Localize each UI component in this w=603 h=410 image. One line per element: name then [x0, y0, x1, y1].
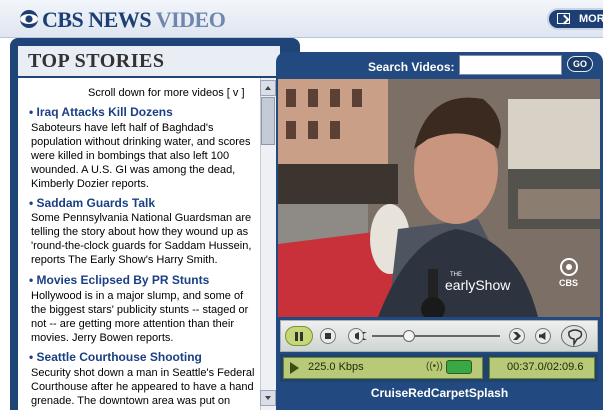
clip-title: CruiseRedCarpetSplash [370, 386, 509, 400]
search-label: Search Videos: [368, 60, 455, 74]
timecode: 00:37.0/02:09.6 [507, 361, 584, 373]
stop-icon[interactable] [320, 328, 336, 344]
story-line: Saboteurs have left half of Baghdad's [31, 122, 214, 134]
rewind-icon[interactable] [348, 328, 364, 344]
story-line: movies. Jerry Bowen reports. [31, 332, 174, 344]
story-line: wounded. A U.S. GI was among the dead, [31, 164, 236, 176]
story-line: population without drinking water, and s… [31, 136, 251, 148]
brand-video: VIDEO [155, 7, 226, 32]
fast-forward-icon[interactable] [509, 328, 525, 344]
pause-icon[interactable] [285, 326, 313, 346]
story-title-saddam[interactable]: • Saddam Guards Talk [29, 196, 155, 210]
story-title-seattle[interactable]: • Seattle Courthouse Shooting [29, 350, 202, 364]
story-title-iraq[interactable]: • Iraq Attacks Kill Dozens [29, 105, 173, 119]
story-line: Hollywood is in a major slump, and some … [31, 290, 244, 302]
brand-news: NEWS [88, 7, 152, 32]
caption-icon[interactable] [446, 360, 472, 374]
story-line: Courthouse after he appeared to have a h… [31, 381, 254, 393]
seek-track[interactable] [372, 335, 500, 337]
story-line: Some Pennsylvania National Guardsman are [31, 212, 252, 224]
cbs-eye-logo-icon [20, 10, 38, 28]
story-line: the biggest stars' publicity stunts -- s… [31, 304, 249, 316]
watermark-show: earlyShow [445, 277, 511, 293]
story-body-saddam: Some Pennsylvania National Guardsman are… [31, 211, 255, 267]
story-body-iraq: Saboteurs have left half of Baghdad's po… [31, 121, 255, 191]
expand-icon [557, 13, 570, 24]
story-body-movies: Hollywood is in a major slump, and some … [31, 289, 255, 345]
bitrate-value: 225.0 Kbps [308, 361, 364, 373]
scroll-hint-link[interactable]: Scroll down for more videos [ v ] [88, 87, 245, 99]
video-frame[interactable]: THE earlyShow CBS [278, 79, 600, 317]
story-line: telling the story about how they wound u… [31, 226, 249, 238]
story-line: Kimberly Dozier reports. [31, 178, 149, 190]
more-button[interactable]: MOR [547, 8, 603, 30]
scroll-up-arrow-icon[interactable] [260, 80, 276, 96]
chat-bubble-glyph [568, 329, 583, 347]
more-label: MOR [579, 13, 603, 25]
seek-handle[interactable] [403, 330, 415, 342]
brand-cbs: CBS [42, 7, 84, 32]
story-line: not -- are getting more attention than t… [31, 318, 235, 330]
site-brand[interactable]: CBS NEWS VIDEO [42, 7, 226, 33]
story-title-movies[interactable]: • Movies Eclipsed By PR Stunts [29, 273, 209, 287]
story-line: grenade. The downtown area was put on [31, 395, 231, 407]
section-title: TOP STORIES [28, 50, 165, 72]
story-line: 'round-the-clock guards for Saddam Husse… [31, 240, 252, 252]
go-button[interactable]: GO [567, 56, 593, 72]
volume-icon[interactable] [535, 328, 551, 344]
story-line: Security shot down a man in Seattle's Fe… [31, 367, 255, 379]
chat-bubble-icon[interactable] [561, 325, 587, 347]
play-status-icon [290, 362, 299, 374]
video-still: THE earlyShow CBS [278, 79, 600, 317]
scroll-down-arrow-icon[interactable] [260, 390, 276, 406]
scroll-thumb[interactable] [261, 97, 275, 145]
story-line: were killed in bombings that also left 1… [31, 150, 230, 162]
search-input[interactable] [459, 55, 562, 75]
story-body-seattle: Security shot down a man in Seattle's Fe… [31, 366, 255, 408]
story-line: reports The Early Show's Harry Smith. [31, 254, 218, 266]
watermark-cbs: CBS [559, 278, 578, 288]
signal-icon: ((•)) [426, 361, 443, 372]
